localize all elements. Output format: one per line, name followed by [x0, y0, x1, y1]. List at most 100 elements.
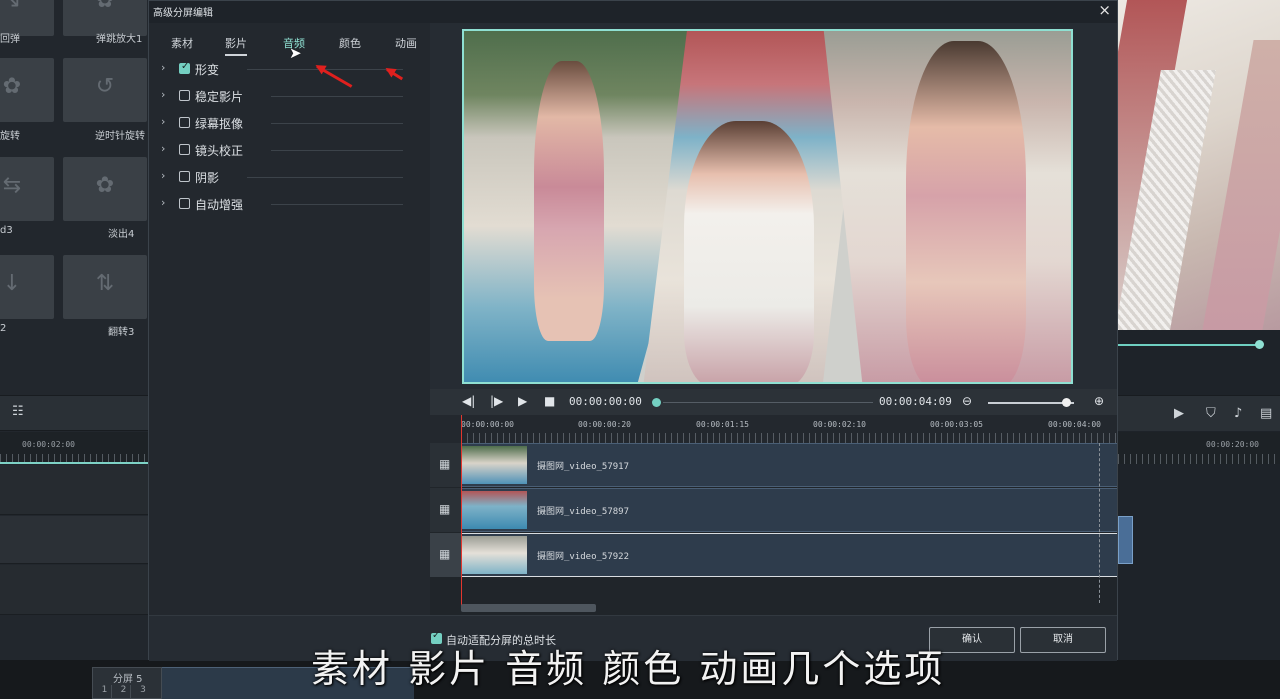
chevron-right-icon[interactable]: › [161, 115, 165, 128]
next-frame-icon[interactable]: |▶ [490, 394, 503, 408]
chevron-right-icon[interactable]: › [161, 61, 165, 74]
option-shadow[interactable]: › 阴影 [161, 169, 411, 185]
split-cell: 2 [117, 685, 131, 698]
checkbox[interactable] [179, 61, 190, 74]
advanced-split-dialog: 高级分屏编辑 × 素材 影片 音频 颜色 动画 › 形变 › 稳定影片 [148, 0, 1118, 661]
prev-frame-icon[interactable]: ◀| [462, 394, 475, 408]
current-time: 00:00:00:00 [569, 395, 642, 408]
split-label: 分屏 5 [113, 674, 143, 685]
effect-label: 2 [0, 323, 7, 334]
effect-label: 旋转 [0, 131, 20, 142]
ruler-label: 00:00:00:20 [578, 420, 631, 429]
split-screen-chip[interactable]: 分屏 5 1 2 3 [92, 667, 162, 699]
checkbox[interactable] [179, 171, 190, 182]
playback-slider[interactable] [1118, 338, 1280, 352]
option-label: 自动增强 [195, 198, 244, 212]
dialog-title: 高级分屏编辑 [153, 8, 213, 19]
checkbox[interactable] [179, 117, 190, 128]
effect-label: 弹跳放大1 [96, 34, 143, 45]
left-track [0, 465, 150, 515]
timeline-ruler[interactable]: 00:00:00:00 00:00:00:20 00:00:01:15 00:0… [430, 415, 1117, 443]
chevron-right-icon[interactable]: › [161, 142, 165, 155]
ruler-label: 00:00:02:10 [813, 420, 866, 429]
option-auto-enhance[interactable]: › 自动增强 [161, 196, 411, 212]
divider [271, 123, 403, 124]
timeline-clip[interactable]: 摄图网_video_57897 [461, 488, 1117, 532]
tab-material[interactable]: 素材 [171, 35, 193, 51]
bg-clip[interactable] [1118, 516, 1133, 564]
clip-thumbnail [461, 536, 527, 574]
split-preview[interactable] [462, 29, 1073, 384]
ruler-label: 00:00:01:15 [696, 420, 749, 429]
timeline-clip[interactable]: 摄图网_video_57917 [461, 443, 1117, 487]
option-lens-correction[interactable]: › 镜头校正 [161, 142, 411, 158]
film-icon: ▦ [439, 502, 451, 516]
split-cell: 3 [140, 685, 146, 695]
film-icon: ▦ [439, 547, 451, 561]
chevron-right-icon[interactable]: › [161, 196, 165, 209]
timeline-scrollbar[interactable] [461, 604, 596, 612]
chevron-right-icon[interactable]: › [161, 169, 165, 182]
right-ruler: 00:00:20:00 [1118, 432, 1280, 464]
ruler-progress [0, 462, 150, 464]
close-icon[interactable]: × [1098, 1, 1111, 19]
shield-icon[interactable]: ⛉ [1206, 406, 1216, 421]
scrubber-knob[interactable] [652, 398, 661, 407]
play-icon[interactable]: ▶ [518, 394, 527, 408]
effect-tile-rotate[interactable]: ✿ [0, 58, 54, 122]
zoom-out-icon[interactable]: ⊖ [962, 394, 972, 408]
main-preview-fragment [1118, 0, 1280, 330]
option-stabilize[interactable]: › 稳定影片 [161, 88, 411, 104]
checkbox[interactable] [179, 144, 190, 155]
end-marker [1099, 443, 1100, 603]
stop-icon[interactable]: ■ [544, 394, 555, 408]
chevron-right-icon[interactable]: › [161, 88, 165, 101]
track-header: ▦ [430, 488, 461, 532]
option-transform[interactable]: › 形变 [161, 61, 411, 77]
play-circle-icon[interactable]: ▶ [1174, 406, 1184, 421]
figure [534, 61, 604, 341]
arrows-icon: ⇆ [2, 173, 22, 198]
scrubber-track[interactable] [663, 402, 873, 403]
effect-preview-icon: ↘ [2, 0, 22, 13]
effect-tile-fadeout4[interactable]: ✿ [63, 157, 147, 221]
checkbox[interactable] [179, 90, 190, 101]
option-label: 形变 [195, 63, 220, 77]
effect-tile-2[interactable]: ↓ [0, 255, 54, 319]
left-ruler: 00:00:02:00 [0, 432, 150, 464]
effect-label: d3 [0, 225, 13, 236]
clip-name: 摄图网_video_57897 [537, 507, 630, 517]
tab-animation[interactable]: 动画 [395, 35, 417, 51]
figure [684, 121, 814, 382]
preview-area [430, 23, 1117, 389]
effect-tile-d3[interactable]: ⇆ [0, 157, 54, 221]
timeline-clip-selected[interactable]: 摄图网_video_57922 [461, 533, 1117, 577]
left-ruler-time: 00:00:02:00 [22, 440, 75, 449]
subtitle-icon[interactable]: ▤ [1260, 406, 1272, 421]
slider-track [1118, 344, 1260, 346]
dialog-titlebar: 高级分屏编辑 × [149, 1, 1117, 23]
flip-vertical-icon: ⇅ [95, 271, 115, 296]
option-green-screen[interactable]: › 绿幕抠像 [161, 115, 411, 131]
sliders-icon[interactable]: ☷ [12, 404, 24, 419]
zoom-in-icon[interactable]: ⊕ [1094, 394, 1104, 408]
ruler-label: 00:00:03:05 [930, 420, 983, 429]
checkbox[interactable] [179, 198, 190, 209]
effect-tile-flip3[interactable]: ⇅ [63, 255, 147, 319]
tab-film[interactable]: 影片 [225, 35, 247, 56]
option-label: 镜头校正 [195, 144, 244, 158]
divider [271, 204, 403, 205]
preview-pane-3[interactable] [823, 31, 1071, 382]
effect-tile-ccw-rotate[interactable]: ↺ [63, 58, 147, 122]
film-icon: ▦ [439, 457, 451, 471]
track-header: ▦ [430, 443, 461, 487]
slider-knob[interactable] [1255, 340, 1264, 349]
clip-thumbnail [461, 491, 527, 529]
tab-color[interactable]: 颜色 [339, 35, 361, 51]
playhead[interactable] [461, 415, 462, 607]
cancel-button[interactable]: 取消 [1020, 627, 1106, 653]
zoom-knob[interactable] [1062, 398, 1071, 407]
microphone-icon[interactable]: ♪ [1234, 406, 1242, 421]
left-toolbar: ☷ [0, 395, 150, 431]
right-ruler-time: 00:00:20:00 [1206, 440, 1259, 449]
